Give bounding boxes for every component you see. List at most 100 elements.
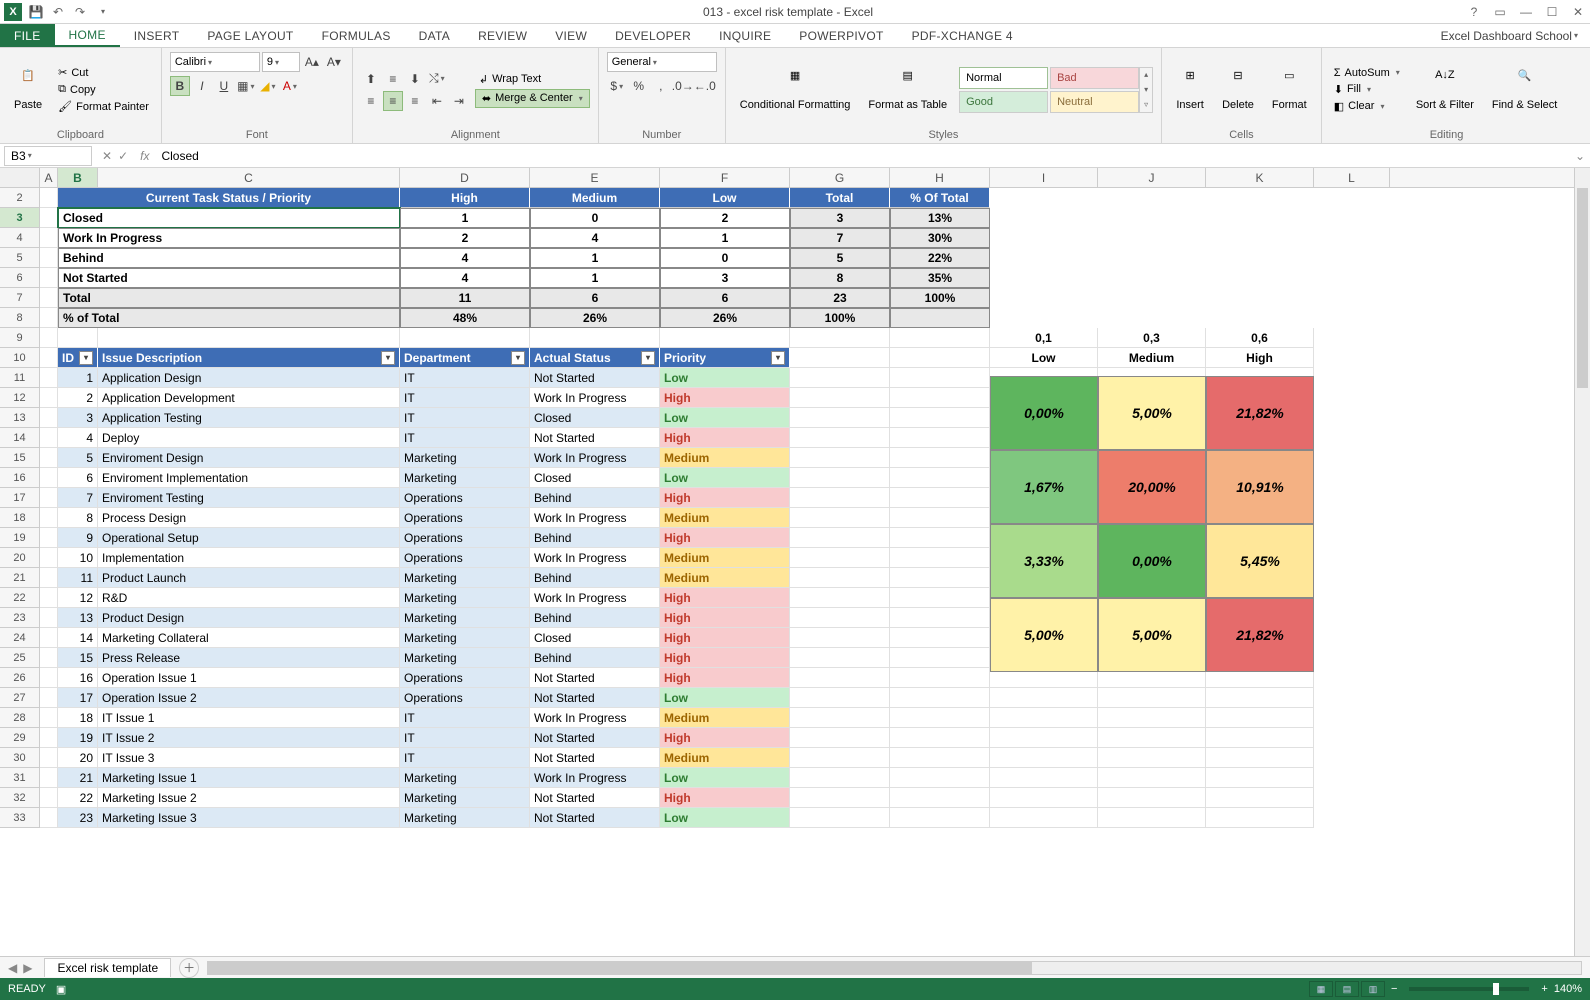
summary-header[interactable]: Total bbox=[790, 188, 890, 208]
issue-id[interactable]: 5 bbox=[58, 448, 98, 468]
cell[interactable] bbox=[660, 328, 790, 348]
issue-priority[interactable]: High bbox=[660, 528, 790, 548]
cell[interactable] bbox=[40, 208, 58, 228]
font-size-combo[interactable]: 9 bbox=[262, 52, 300, 72]
row-header[interactable]: 22 bbox=[0, 588, 40, 608]
issue-status[interactable]: Not Started bbox=[530, 808, 660, 828]
format-painter-button[interactable]: 🖌Format Painter bbox=[54, 99, 153, 114]
issue-status[interactable]: Work In Progress bbox=[530, 508, 660, 528]
issue-id[interactable]: 18 bbox=[58, 708, 98, 728]
cell[interactable] bbox=[990, 808, 1098, 828]
issue-desc[interactable]: Deploy bbox=[98, 428, 400, 448]
cell[interactable] bbox=[790, 328, 890, 348]
matrix-cell[interactable]: 21,82% bbox=[1206, 376, 1314, 450]
cell[interactable] bbox=[790, 508, 890, 528]
macro-record-icon[interactable]: ▣ bbox=[56, 983, 66, 996]
cell[interactable] bbox=[790, 648, 890, 668]
tab-page-layout[interactable]: PAGE LAYOUT bbox=[193, 24, 307, 47]
issue-desc[interactable]: Operation Issue 1 bbox=[98, 668, 400, 688]
issue-dept[interactable]: IT bbox=[400, 748, 530, 768]
cell[interactable] bbox=[400, 328, 530, 348]
cell[interactable] bbox=[40, 388, 58, 408]
filter-button[interactable]: ▾ bbox=[79, 351, 93, 365]
worksheet-grid[interactable]: 2Current Task Status / PriorityHighMediu… bbox=[0, 188, 1590, 956]
summary-header[interactable]: Current Task Status / Priority bbox=[58, 188, 400, 208]
issue-dept[interactable]: Operations bbox=[400, 688, 530, 708]
cell[interactable] bbox=[890, 348, 990, 368]
issue-desc[interactable]: IT Issue 1 bbox=[98, 708, 400, 728]
underline-button[interactable]: U bbox=[214, 76, 234, 96]
row-header[interactable]: 2 bbox=[0, 188, 40, 208]
decrease-decimal-button[interactable]: ←.0 bbox=[695, 76, 715, 96]
col-header-J[interactable]: J bbox=[1098, 168, 1206, 187]
issue-priority[interactable]: Low bbox=[660, 688, 790, 708]
issue-status[interactable]: Not Started bbox=[530, 748, 660, 768]
tab-insert[interactable]: INSERT bbox=[120, 24, 194, 47]
issue-status[interactable]: Behind bbox=[530, 608, 660, 628]
cell[interactable] bbox=[40, 628, 58, 648]
cut-button[interactable]: ✂Cut bbox=[54, 65, 153, 80]
cell[interactable] bbox=[40, 488, 58, 508]
issue-desc[interactable]: Press Release bbox=[98, 648, 400, 668]
issue-status[interactable]: Work In Progress bbox=[530, 448, 660, 468]
issue-desc[interactable]: Process Design bbox=[98, 508, 400, 528]
matrix-weight[interactable]: 0,6 bbox=[1206, 328, 1314, 348]
sheet-nav-first-icon[interactable]: ◀ bbox=[8, 961, 17, 975]
cell[interactable] bbox=[890, 328, 990, 348]
cell[interactable] bbox=[790, 668, 890, 688]
issue-desc[interactable]: Marketing Issue 3 bbox=[98, 808, 400, 828]
matrix-cell[interactable]: 3,33% bbox=[990, 524, 1098, 598]
issue-id[interactable]: 19 bbox=[58, 728, 98, 748]
summary-val[interactable]: 1 bbox=[400, 208, 530, 228]
col-header-L[interactable]: L bbox=[1314, 168, 1390, 187]
issues-header[interactable]: Department▾ bbox=[400, 348, 530, 368]
summary-total[interactable]: 11 bbox=[400, 288, 530, 308]
row-header[interactable]: 16 bbox=[0, 468, 40, 488]
delete-cells-button[interactable]: ⊟Delete bbox=[1216, 67, 1260, 113]
fx-icon[interactable]: fx bbox=[134, 149, 155, 163]
align-middle-button[interactable]: ≡ bbox=[383, 69, 403, 89]
matrix-cell[interactable]: 5,00% bbox=[1098, 598, 1206, 672]
matrix-weight[interactable]: 0,1 bbox=[990, 328, 1098, 348]
orientation-button[interactable]: ⤭ bbox=[427, 69, 447, 89]
gallery-scroll[interactable]: ▴▾▿ bbox=[1139, 67, 1153, 113]
col-header-F[interactable]: F bbox=[660, 168, 790, 187]
sheet-nav-last-icon[interactable]: ▶ bbox=[23, 961, 32, 975]
issue-status[interactable]: Work In Progress bbox=[530, 768, 660, 788]
summary-total[interactable]: 23 bbox=[790, 288, 890, 308]
align-center-button[interactable]: ≡ bbox=[383, 91, 403, 111]
row-header[interactable]: 20 bbox=[0, 548, 40, 568]
issue-id[interactable]: 2 bbox=[58, 388, 98, 408]
filter-button[interactable]: ▾ bbox=[771, 351, 785, 365]
cell[interactable] bbox=[890, 588, 990, 608]
col-header-K[interactable]: K bbox=[1206, 168, 1314, 187]
align-left-button[interactable]: ≡ bbox=[361, 91, 381, 111]
issue-status[interactable]: Not Started bbox=[530, 428, 660, 448]
save-icon[interactable]: 💾 bbox=[28, 4, 44, 20]
sort-filter-button[interactable]: A↓ZSort & Filter bbox=[1410, 67, 1480, 113]
cell[interactable] bbox=[890, 688, 990, 708]
issue-dept[interactable]: Marketing bbox=[400, 448, 530, 468]
row-header[interactable]: 25 bbox=[0, 648, 40, 668]
cell[interactable] bbox=[790, 368, 890, 388]
issue-desc[interactable]: Application Development bbox=[98, 388, 400, 408]
cell[interactable] bbox=[40, 588, 58, 608]
cell[interactable] bbox=[40, 648, 58, 668]
view-page-break-button[interactable]: ▥ bbox=[1361, 981, 1385, 997]
issue-priority[interactable]: High bbox=[660, 428, 790, 448]
summary-pct[interactable]: 26% bbox=[530, 308, 660, 328]
cell[interactable] bbox=[40, 668, 58, 688]
row-header[interactable]: 17 bbox=[0, 488, 40, 508]
cell[interactable] bbox=[1098, 708, 1206, 728]
clear-button[interactable]: ◧Clear bbox=[1330, 99, 1404, 114]
row-header[interactable]: 19 bbox=[0, 528, 40, 548]
cell[interactable] bbox=[40, 288, 58, 308]
cell[interactable] bbox=[40, 548, 58, 568]
summary-header[interactable]: High bbox=[400, 188, 530, 208]
format-as-table-button[interactable]: ▤Format as Table bbox=[862, 67, 953, 113]
issue-id[interactable]: 20 bbox=[58, 748, 98, 768]
horizontal-scrollbar[interactable] bbox=[207, 961, 1582, 975]
summary-pct[interactable] bbox=[890, 308, 990, 328]
cell[interactable] bbox=[790, 468, 890, 488]
autosum-button[interactable]: ΣAutoSum bbox=[1330, 66, 1404, 80]
